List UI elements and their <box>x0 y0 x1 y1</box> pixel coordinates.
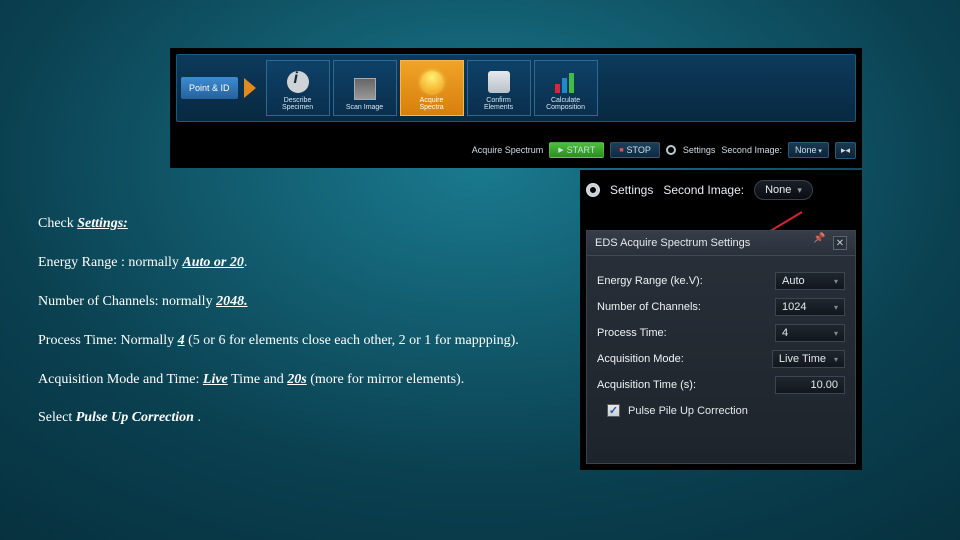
second-image-label: Second Image: <box>721 145 782 155</box>
acquire-spectrum-label: Acquire Spectrum <box>472 145 544 155</box>
step-label: Spectra <box>419 104 443 111</box>
acq-mode-label: Acquisition Mode: <box>597 353 684 365</box>
acq-time-label: Acquisition Time (s): <box>597 379 696 391</box>
energy-range-label: Energy Range (ke.V): <box>597 275 703 287</box>
step-scan-image[interactable]: Scan Image <box>333 60 397 116</box>
spectrum-icon <box>421 71 443 93</box>
step-calculate-composition[interactable]: Calculate Composition <box>534 60 598 116</box>
step-label: Specimen <box>282 104 313 111</box>
settings-link[interactable]: Settings <box>610 183 653 197</box>
start-button[interactable]: START <box>549 142 604 158</box>
channels-select[interactable]: 1024 <box>775 298 845 316</box>
step-label: Describe <box>284 97 312 104</box>
pulse-pileup-label: Pulse Pile Up Correction <box>628 405 748 417</box>
process-time-select[interactable]: 4 <box>775 324 845 342</box>
info-icon <box>287 71 309 93</box>
step-label: Scan Image <box>346 104 383 111</box>
inst-line-6: Select Pulse Up Correction . <box>38 409 578 428</box>
settings-bar: Settings Second Image: None <box>586 176 856 204</box>
close-icon[interactable]: ✕ <box>833 236 847 250</box>
second-image-select[interactable]: None <box>754 180 813 200</box>
inst-line-2: Energy Range : normally Auto or 20. <box>38 254 578 273</box>
inst-line-3: Number of Channels: normally 2048. <box>38 293 578 312</box>
energy-range-select[interactable]: Auto <box>775 272 845 290</box>
pin-icon[interactable] <box>815 236 827 248</box>
inst-line-1: Check Settings: <box>38 215 578 234</box>
confirm-icon <box>488 71 510 93</box>
acq-time-field[interactable]: 10.00 <box>775 376 845 394</box>
step-describe-specimen[interactable]: Describe Specimen <box>266 60 330 116</box>
image-icon <box>354 78 376 100</box>
workflow-screenshot: Point & ID Describe Specimen Scan Image … <box>170 48 862 168</box>
acquire-toolbar: Acquire Spectrum START STOP Settings Sec… <box>464 138 856 162</box>
step-acquire-spectra[interactable]: Acquire Spectra <box>400 60 464 116</box>
second-image-label: Second Image: <box>663 183 744 197</box>
step-label: Composition <box>546 104 585 111</box>
checkbox-icon[interactable]: ✓ <box>607 404 620 417</box>
panel-title-text: EDS Acquire Spectrum Settings <box>595 237 750 249</box>
step-label: Calculate <box>551 97 580 104</box>
stop-button[interactable]: STOP <box>610 142 660 158</box>
gear-icon <box>666 145 676 155</box>
inst-line-5: Acquisition Mode and Time: Live Time and… <box>38 371 578 390</box>
acq-mode-select[interactable]: Live Time <box>772 350 845 368</box>
instruction-text: Check Settings: Energy Range : normally … <box>38 215 578 448</box>
step-confirm-elements[interactable]: Confirm Elements <box>467 60 531 116</box>
step-label: Elements <box>484 104 513 111</box>
arrow-icon <box>244 78 256 98</box>
settings-link[interactable]: Settings <box>683 145 716 155</box>
panel-body: Energy Range (ke.V): Auto Number of Chan… <box>587 256 855 423</box>
point-id-tag[interactable]: Point & ID <box>181 77 238 99</box>
process-time-label: Process Time: <box>597 327 667 339</box>
inst-line-4: Process Time: Normally 4 (5 or 6 for ele… <box>38 332 578 351</box>
workflow-bar: Point & ID Describe Specimen Scan Image … <box>176 54 856 122</box>
channels-label: Number of Channels: <box>597 301 701 313</box>
pager-button[interactable]: ▸◂ <box>835 142 856 159</box>
chart-icon <box>555 71 577 93</box>
gear-icon <box>586 183 600 197</box>
panel-titlebar: EDS Acquire Spectrum Settings ✕ <box>587 231 855 256</box>
step-label: Confirm <box>486 97 511 104</box>
step-label: Acquire <box>420 97 444 104</box>
eds-settings-panel: EDS Acquire Spectrum Settings ✕ Energy R… <box>586 230 856 464</box>
pulse-pileup-row[interactable]: ✓ Pulse Pile Up Correction <box>607 404 845 417</box>
second-image-select[interactable]: None <box>788 142 829 158</box>
settings-screenshot: Settings Second Image: None EDS Acquire … <box>580 170 862 470</box>
